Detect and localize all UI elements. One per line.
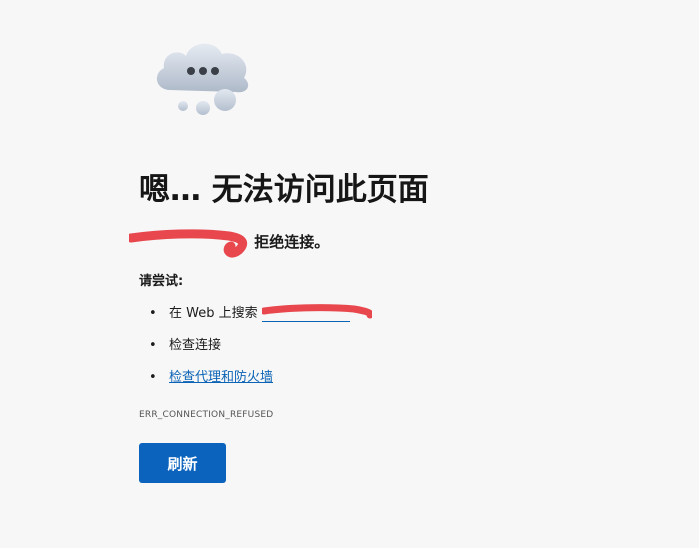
search-web-link[interactable] — [261, 304, 372, 322]
redacted-hostname — [129, 228, 249, 258]
bullet: • — [149, 370, 157, 385]
list-item: • 检查代理和防火墙 — [139, 364, 350, 396]
refused-suffix: 拒绝连接。 — [254, 233, 330, 251]
cloud-ellipsis-icon — [148, 34, 258, 124]
bullet: • — [149, 306, 157, 321]
error-page: 嗯… 无法访问此页面 拒绝连接。 请尝试: • 在 Web 上搜索 • 检查连接… — [0, 0, 699, 548]
list-item: • 在 Web 上搜索 — [139, 300, 372, 332]
error-code: ERR_CONNECTION_REFUSED — [139, 410, 274, 420]
page-title: 嗯… 无法访问此页面 — [139, 172, 429, 208]
suggestion-list: • 在 Web 上搜索 • 检查连接 • 检查代理和防火墙 — [139, 300, 372, 396]
connection-refused-message: 拒绝连接。 — [129, 228, 330, 258]
bullet: • — [149, 338, 157, 353]
refresh-button[interactable]: 刷新 — [139, 443, 226, 483]
search-web-label: 在 Web 上搜索 — [169, 306, 258, 321]
try-label: 请尝试: — [139, 274, 184, 289]
list-item: • 检查连接 — [139, 332, 350, 364]
check-connection-text: 检查连接 — [169, 338, 222, 353]
check-proxy-firewall-link[interactable]: 检查代理和防火墙 — [169, 370, 273, 385]
